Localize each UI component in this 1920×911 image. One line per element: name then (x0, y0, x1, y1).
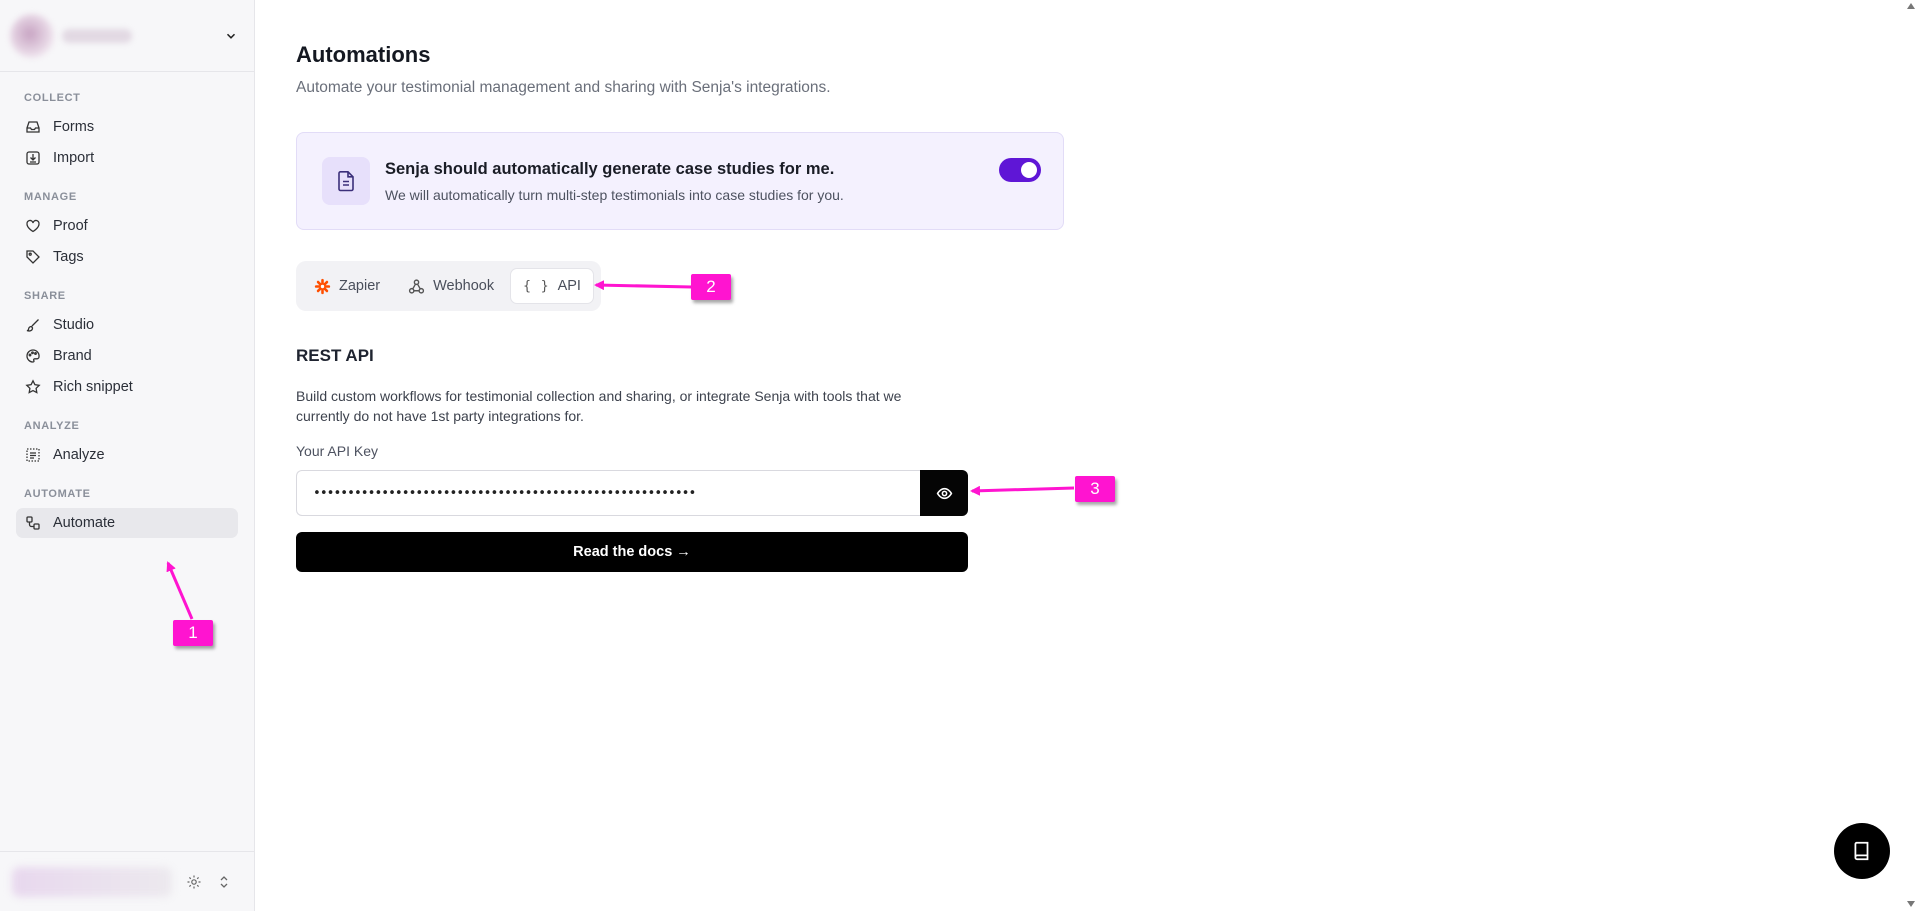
workspace-avatar (10, 13, 54, 58)
tab-label: Webhook (433, 278, 495, 294)
brush-icon (26, 319, 39, 332)
nav-section-share: SHARE Studio Brand Rich snippet (16, 290, 238, 402)
sidebar: COLLECT Forms Import MANAGE Proof Tags S… (0, 0, 255, 911)
sidebar-item-label: Import (53, 150, 95, 166)
nav-section-collect: COLLECT Forms Import (16, 92, 238, 173)
nav-section-manage: MANAGE Proof Tags (16, 191, 238, 272)
sidebar-item-brand[interactable]: Brand (16, 341, 238, 371)
workspace-switcher[interactable] (0, 0, 254, 72)
rest-api-title: REST API (296, 346, 374, 365)
annotation-arrow-2 (594, 280, 693, 291)
sidebar-item-rich-snippet[interactable]: Rich snippet (16, 372, 238, 402)
webhook-icon (409, 278, 425, 294)
sidebar-item-label: Forms (53, 119, 95, 135)
sidebar-footer (0, 851, 254, 911)
tab-label: API (557, 278, 581, 294)
sidebar-item-label: Automate (53, 515, 116, 531)
read-docs-button[interactable]: Read the docs → (296, 532, 968, 572)
annotation-badge-2: 2 (691, 274, 731, 300)
annotation-arrow-3 (970, 485, 1075, 496)
workspace-name-blurred (62, 28, 132, 43)
sidebar-item-label: Tags (53, 249, 84, 265)
sidebar-item-label: Studio (53, 317, 95, 333)
nav-section-automate: AUTOMATE Automate (16, 488, 238, 538)
zapier-icon (314, 278, 331, 294)
workflow-icon (26, 516, 40, 530)
case-study-description: We will automatically turn multi-step te… (385, 187, 844, 203)
section-label-manage: MANAGE (24, 191, 77, 203)
section-label-collect: COLLECT (24, 92, 81, 104)
book-icon (1854, 841, 1869, 861)
inbox-icon (26, 121, 40, 133)
chevron-down-icon[interactable] (224, 29, 238, 43)
tab-webhook[interactable]: Webhook (396, 268, 506, 304)
braces-icon: { } (523, 278, 550, 294)
section-label-share: SHARE (24, 290, 66, 302)
section-label-automate: AUTOMATE (24, 488, 91, 500)
sidebar-item-tags[interactable]: Tags (16, 242, 238, 272)
tab-zapier[interactable]: Zapier (302, 268, 392, 304)
sidebar-item-analyze[interactable]: Analyze (16, 440, 238, 470)
tab-label: Zapier (339, 278, 381, 294)
case-study-toggle[interactable] (999, 158, 1041, 182)
sidebar-item-proof[interactable]: Proof (16, 211, 238, 241)
case-study-title: Senja should automatically generate case… (385, 160, 835, 178)
document-icon (338, 171, 354, 192)
api-key-input[interactable] (296, 470, 920, 516)
star-icon (25, 379, 41, 394)
sidebar-item-import[interactable]: Import (16, 143, 238, 173)
help-docs-fab[interactable] (1834, 823, 1890, 879)
grid-icon (26, 448, 40, 462)
toggle-knob (1021, 162, 1037, 178)
section-label-analyze: ANALYZE (24, 420, 80, 432)
document-icon-box (322, 157, 370, 205)
annotation-badge-3: 3 (1075, 476, 1115, 502)
tab-api[interactable]: { } API (510, 268, 594, 304)
integration-tabs: Zapier Webhook { } API (296, 261, 601, 311)
page-subtitle: Automate your testimonial management and… (296, 79, 831, 96)
api-key-row (296, 470, 968, 516)
page-title: Automations (296, 42, 431, 67)
sidebar-item-label: Brand (53, 348, 92, 364)
reveal-key-button[interactable] (920, 470, 968, 516)
chevron-up-down-icon[interactable] (216, 874, 232, 890)
eye-icon (936, 487, 952, 499)
scroll-up-arrow-icon[interactable] (1906, 2, 1916, 10)
user-account-blurred[interactable] (12, 866, 172, 897)
scroll-down-arrow-icon[interactable] (1906, 900, 1916, 908)
heart-icon (26, 219, 40, 233)
sidebar-item-label: Analyze (53, 447, 105, 463)
case-study-card: Senja should automatically generate case… (296, 132, 1064, 230)
sidebar-item-label: Proof (53, 218, 88, 234)
api-key-label: Your API Key (296, 443, 378, 459)
import-icon (26, 151, 40, 165)
nav-section-analyze: ANALYZE Analyze (16, 420, 238, 470)
sidebar-item-forms[interactable]: Forms (16, 112, 238, 142)
sidebar-item-studio[interactable]: Studio (16, 310, 238, 340)
sidebar-item-automate[interactable]: Automate (16, 508, 238, 538)
palette-icon (26, 349, 40, 363)
sidebar-nav: COLLECT Forms Import MANAGE Proof Tags S… (0, 72, 254, 538)
tag-icon (26, 250, 40, 264)
workspace-identity-blurred (10, 13, 132, 58)
sidebar-item-label: Rich snippet (53, 379, 133, 395)
gear-icon[interactable] (186, 874, 202, 890)
rest-api-description: Build custom workflows for testimonial c… (296, 388, 902, 424)
